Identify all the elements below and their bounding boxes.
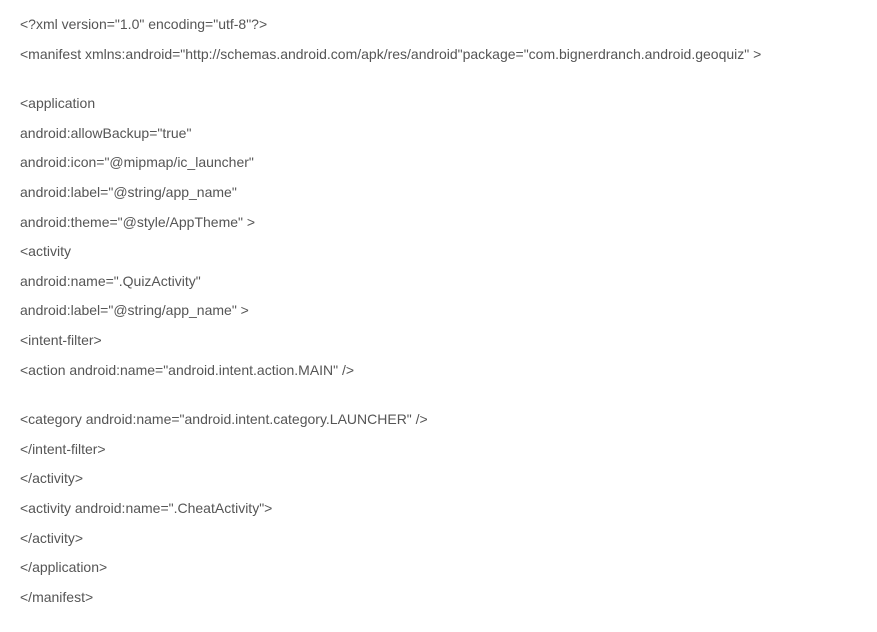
code-line: android:label="@string/app_name"	[20, 183, 857, 203]
code-line: android:name=".QuizActivity"	[20, 272, 857, 292]
code-line: </manifest>	[20, 588, 857, 608]
code-block: <?xml version="1.0" encoding="utf-8"?> <…	[20, 15, 857, 607]
code-line: <?xml version="1.0" encoding="utf-8"?>	[20, 15, 857, 35]
code-line: <activity android:name=".CheatActivity">	[20, 499, 857, 519]
code-line: <activity	[20, 242, 857, 262]
code-line: </activity>	[20, 529, 857, 549]
blank-line	[20, 74, 857, 94]
code-line: android:allowBackup="true"	[20, 124, 857, 144]
blank-line	[20, 390, 857, 410]
code-line: </intent-filter>	[20, 440, 857, 460]
code-line: <intent-filter>	[20, 331, 857, 351]
code-line: android:label="@string/app_name" >	[20, 301, 857, 321]
code-line: <category android:name="android.intent.c…	[20, 410, 857, 430]
code-line: <application	[20, 94, 857, 114]
code-line: android:icon="@mipmap/ic_launcher"	[20, 153, 857, 173]
code-line: <manifest xmlns:android="http://schemas.…	[20, 45, 857, 65]
code-line: <action android:name="android.intent.act…	[20, 361, 857, 381]
code-line: </activity>	[20, 469, 857, 489]
code-line: </application>	[20, 558, 857, 578]
code-line: android:theme="@style/AppTheme" >	[20, 213, 857, 233]
